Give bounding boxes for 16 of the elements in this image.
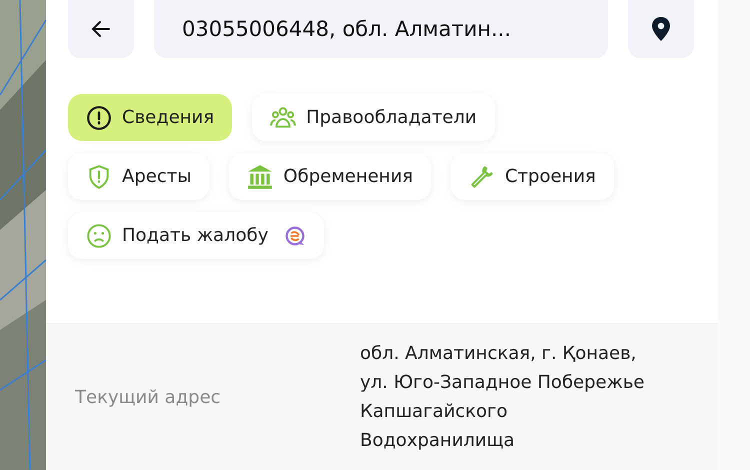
info-icon	[86, 104, 112, 130]
map-pin-icon	[650, 16, 672, 42]
field-label: Текущий адрес	[75, 386, 222, 408]
tab[interactable]: Подать жалобу	[68, 212, 324, 259]
tab[interactable]: Обременения	[229, 153, 431, 200]
sad-face-icon	[86, 222, 112, 248]
wrench-icon	[468, 164, 495, 190]
tab[interactable]: Аресты	[68, 153, 210, 200]
tab[interactable]: Правообладатели	[252, 94, 495, 141]
location-button[interactable]	[628, 0, 694, 58]
bank-icon	[247, 164, 274, 190]
tab[interactable]: Строения	[450, 153, 614, 200]
tab[interactable]: Сведения	[68, 94, 232, 141]
search-field[interactable]: 03055006448, обл. Алматин...	[154, 0, 608, 58]
people-icon	[270, 104, 296, 130]
field-value: обл. Алматинская, г. Қонаев, ул. Юго-Западное Побережье Капшагайского Водохранилища	[360, 342, 646, 453]
